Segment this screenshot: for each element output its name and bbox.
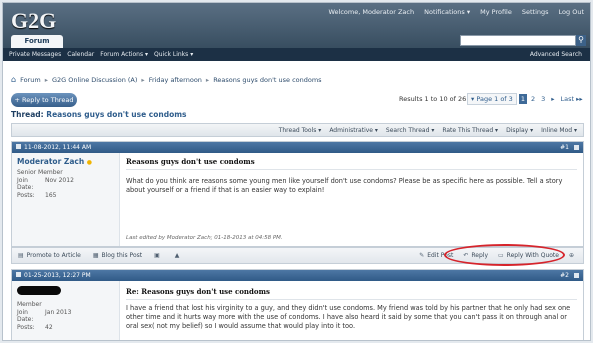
promote-label: Promote to Article (26, 252, 81, 259)
highlight-annotation (444, 244, 565, 266)
join-date: Join Date: Jan 2013 (17, 309, 114, 323)
post-2: 01-25-2013, 12:27 PM #2 Member Join Date… (11, 269, 584, 340)
join-date-value: Jan 2013 (45, 309, 72, 316)
tab-forum[interactable]: Forum (11, 35, 63, 48)
pencil-icon: ✎ (419, 252, 425, 259)
forum-actions-menu[interactable]: Forum Actions ▾ (100, 48, 148, 61)
warning-icon[interactable]: ▲ (175, 248, 180, 264)
breadcrumb-forum[interactable]: Forum (20, 76, 41, 84)
page-jump-dropdown[interactable]: ▾ Page 1 of 3 (467, 93, 517, 105)
settings-link[interactable]: Settings (522, 8, 549, 16)
forum-page: G2G Welcome, Moderator Zach Notification… (2, 2, 591, 341)
join-date: Join Date: Nov 2012 (17, 177, 114, 191)
top-links: Welcome, Moderator Zach Notifications ▾ … (328, 8, 584, 16)
blog-label: Blog this Post (101, 252, 143, 259)
blog-icon: ▦ (92, 252, 99, 259)
breadcrumb-category[interactable]: G2G Online Discussion (A) (52, 76, 137, 84)
promote-to-article-button[interactable]: ▤ Promote to Article (18, 248, 81, 264)
results-count: Results 1 to 10 of 26 (399, 95, 467, 103)
calendar-link[interactable]: Calendar (67, 48, 94, 61)
report-post-icon[interactable]: ▣ (154, 248, 160, 264)
post-content: Re: Reasons guys don't use condoms I hav… (126, 281, 577, 340)
user-info: Moderator Zach ● Senior Member Join Date… (12, 153, 120, 246)
thread-title-link[interactable]: Reasons guys don't use condoms (46, 110, 186, 119)
post-1: 11-08-2012, 11:44 AM #1 Moderator Zach ●… (11, 141, 584, 247)
search-thread-menu[interactable]: Search Thread ▾ (386, 124, 434, 136)
user-info: Member Join Date: Jan 2013 Posts: 42 (12, 281, 120, 340)
breadcrumb-separator-icon: ▸ (44, 75, 48, 84)
home-icon[interactable]: ⌂ (11, 75, 16, 84)
welcome-link[interactable]: Welcome, Moderator Zach (328, 8, 414, 16)
advanced-search-link[interactable]: Advanced Search (530, 48, 582, 61)
search-input[interactable] (460, 35, 576, 46)
post-title: Reasons guys don't use condoms (126, 157, 255, 166)
display-menu[interactable]: Display ▾ (506, 124, 533, 136)
last-page-link[interactable]: Last ▸▸ (559, 94, 585, 104)
page-1-link[interactable]: 1 (518, 94, 527, 104)
page-2-link[interactable]: 2 (529, 94, 537, 104)
edited-note: Last edited by Moderator Zach; 01-18-201… (126, 235, 283, 241)
breadcrumb-separator-icon: ▸ (205, 75, 210, 84)
notifications-link[interactable]: Notifications ▾ (424, 8, 470, 16)
post-select-checkbox[interactable] (574, 273, 579, 278)
breadcrumb-separator-icon: ▸ (141, 75, 145, 84)
multi-quote-icon[interactable]: ⊕ (569, 248, 574, 264)
post-number[interactable]: #2 (560, 270, 569, 281)
post-content: Reasons guys don't use condoms What do y… (126, 153, 577, 246)
user-title: Member (17, 301, 42, 308)
inline-mod-menu[interactable]: Inline Mod ▾ (541, 124, 577, 136)
redacted-username (17, 286, 61, 295)
site-logo[interactable]: G2G (11, 8, 56, 34)
reply-to-thread-button[interactable]: + Reply to Thread (11, 93, 77, 107)
my-profile-link[interactable]: My Profile (480, 8, 512, 16)
post-count-value: 165 (45, 192, 57, 199)
post-number[interactable]: #1 (560, 142, 569, 153)
online-status-icon: ● (86, 159, 93, 166)
title-divider (126, 299, 577, 300)
post-date: 11-08-2012, 11:44 AM (24, 144, 92, 151)
join-date-value: Nov 2012 (45, 177, 74, 184)
thread-prefix: Thread: (11, 110, 44, 119)
join-date-label: Join Date: (17, 177, 34, 191)
administrative-menu[interactable]: Administrative ▾ (329, 124, 378, 136)
post-title: Re: Reasons guys don't use condoms (126, 287, 270, 296)
post-count-label: Posts: (17, 324, 35, 331)
private-messages-link[interactable]: Private Messages (9, 48, 61, 61)
post-select-checkbox[interactable] (574, 145, 579, 150)
username-link[interactable]: Moderator Zach ● (17, 157, 114, 166)
sub-navigation: Private Messages Calendar Forum Actions … (3, 48, 590, 61)
site-header: G2G Welcome, Moderator Zach Notification… (3, 3, 590, 61)
post-count-label: Posts: (17, 192, 35, 199)
user-title: Senior Member (17, 169, 63, 176)
title-divider (126, 169, 577, 170)
breadcrumb: ⌂ Forum ▸ G2G Online Discussion (A) ▸ Fr… (11, 75, 322, 84)
logout-link[interactable]: Log Out (559, 8, 584, 16)
post-body: What do you think are reasons some young… (126, 177, 563, 194)
post-count-value: 42 (45, 324, 53, 331)
post-count: Posts: 42 (17, 324, 114, 331)
rate-thread-menu[interactable]: Rate This Thread ▾ (442, 124, 498, 136)
thread-tools-bar: Thread Tools ▾ Administrative ▾ Search T… (11, 123, 584, 137)
join-date-label: Join Date: (17, 309, 34, 323)
post-body: I have a friend that lost his virginity … (126, 304, 571, 330)
page-title: Thread: Reasons guys don't use condoms (11, 110, 187, 119)
post-icon (16, 272, 21, 277)
search-icon[interactable]: ⚲ (576, 35, 586, 46)
next-page-link[interactable]: ▸ (549, 94, 556, 104)
post-header: 01-25-2013, 12:27 PM #2 (12, 270, 583, 281)
post-icon (16, 144, 21, 149)
username-text[interactable]: Moderator Zach (17, 157, 84, 166)
post-date: 01-25-2013, 12:27 PM (24, 272, 91, 279)
pagination: ▾ Page 1 of 3 1 2 3 ▸ Last ▸▸ (467, 93, 585, 105)
breadcrumb-subforum[interactable]: Friday afternoon (149, 76, 202, 84)
page-3-link[interactable]: 3 (539, 94, 547, 104)
article-icon: ▤ (18, 252, 24, 259)
post-header: 11-08-2012, 11:44 AM #1 (12, 142, 583, 153)
breadcrumb-thread: Reasons guys don't use condoms (213, 75, 322, 84)
quick-links-menu[interactable]: Quick Links ▾ (154, 48, 193, 61)
thread-tools-menu[interactable]: Thread Tools ▾ (279, 124, 322, 136)
post-count: Posts: 165 (17, 192, 114, 199)
blog-post-button[interactable]: ▦ Blog this Post (93, 248, 142, 264)
